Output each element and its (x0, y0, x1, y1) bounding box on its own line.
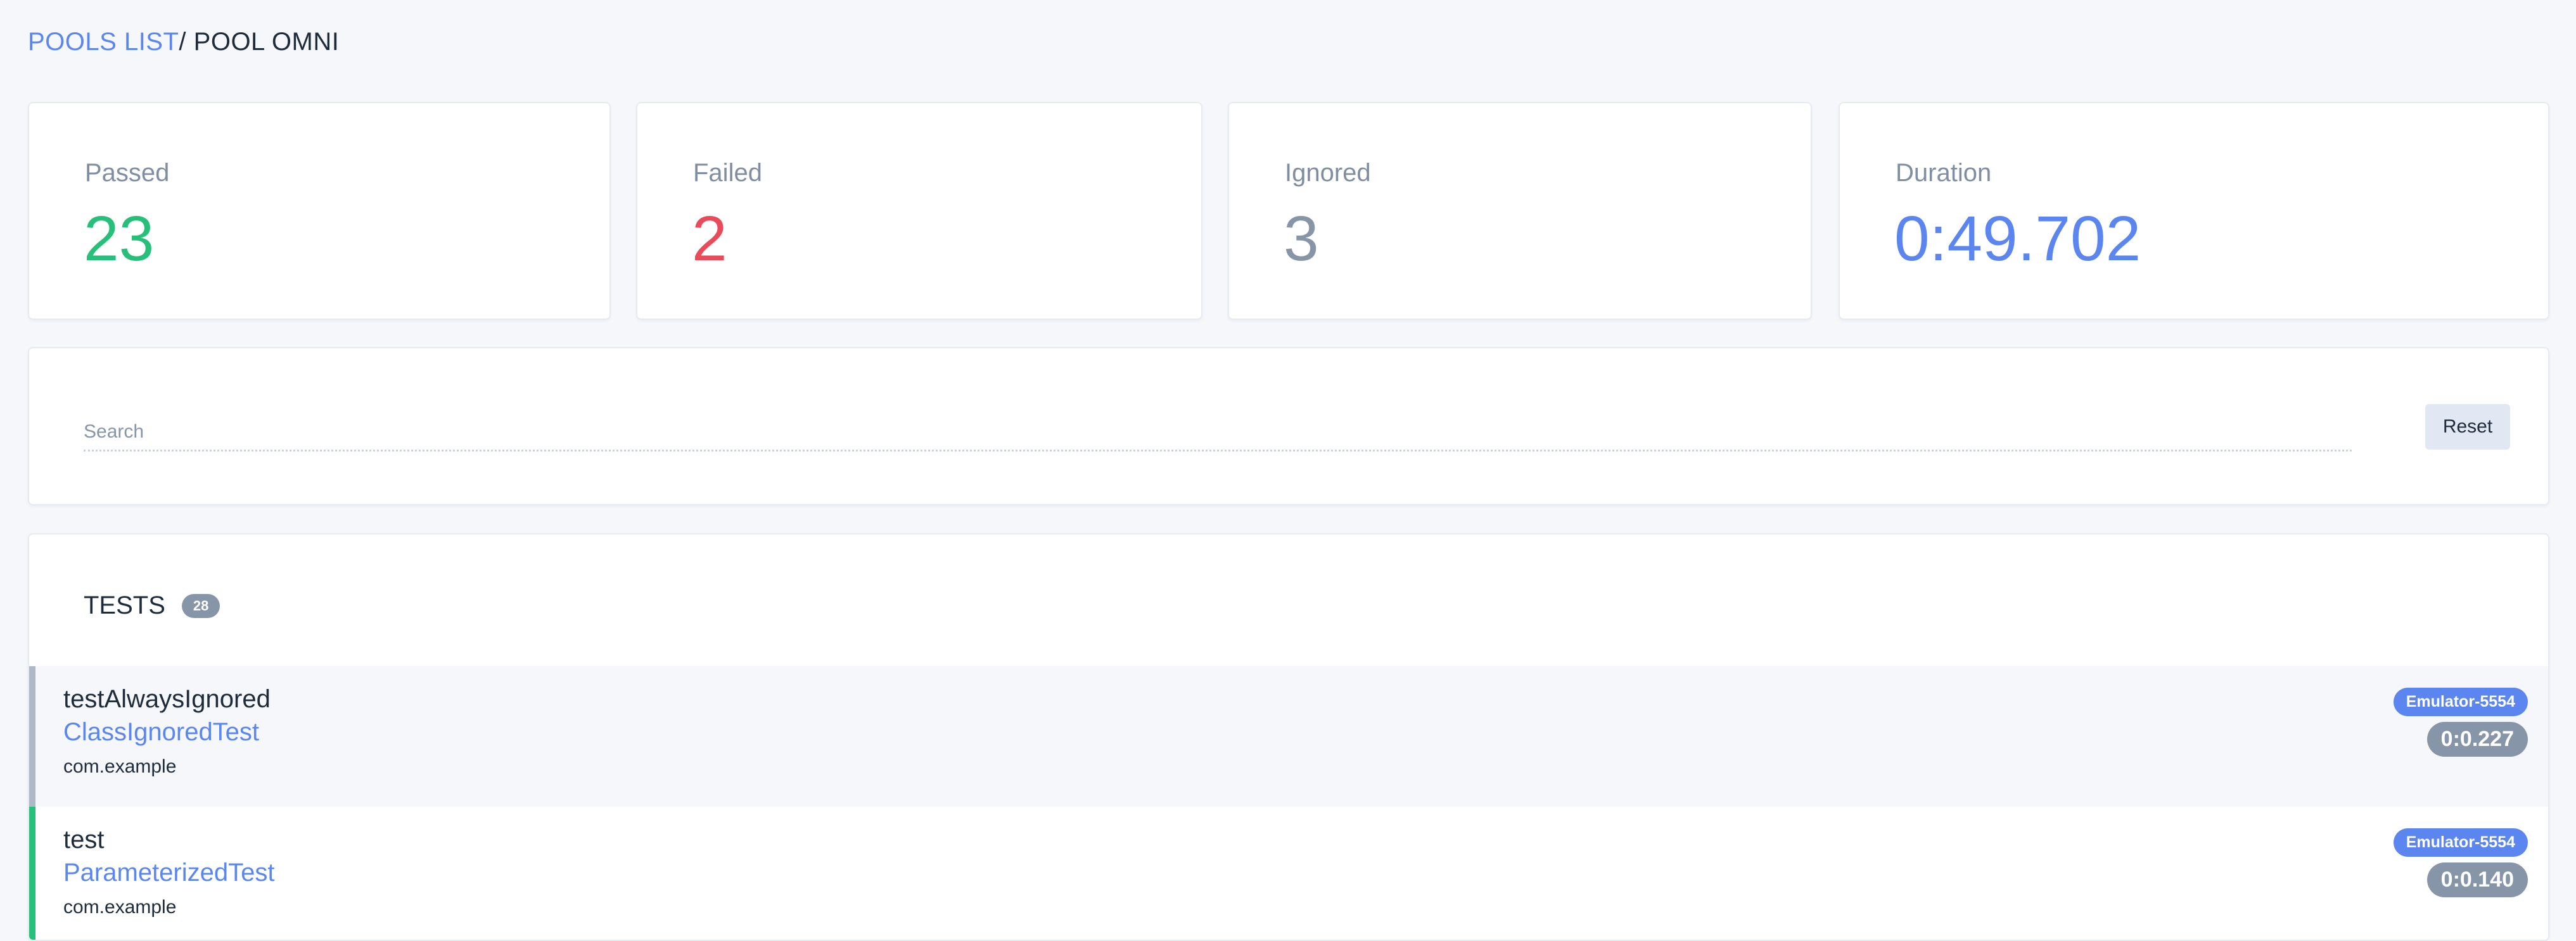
passed-label: Passed (85, 159, 170, 187)
test-row[interactable]: testAlwaysIgnored ClassIgnoredTest com.e… (29, 666, 2548, 807)
tests-panel: TESTS 28 testAlwaysIgnored ClassIgnoredT… (28, 533, 2549, 941)
reset-button[interactable]: Reset (2425, 404, 2510, 450)
pool-page: POOLS LIST/ POOL OMNI Passed 23 Failed 2… (0, 0, 2576, 941)
failed-value: 2 (692, 203, 727, 274)
duration-badge: 0:0.140 (2426, 862, 2528, 897)
duration-badge: 0:0.227 (2426, 722, 2528, 757)
duration-value: 0:49.702 (1894, 203, 2141, 274)
failed-label: Failed (693, 159, 762, 187)
passed-card: Passed 23 (28, 102, 611, 320)
test-package: com.example (63, 756, 177, 777)
tests-count-badge: 28 (181, 593, 220, 618)
tests-header: TESTS 28 (84, 591, 220, 620)
device-badge: Emulator-5554 (2393, 828, 2528, 857)
ignored-value: 3 (1284, 203, 1319, 274)
search-panel: Reset (28, 347, 2549, 505)
breadcrumb-current: / POOL OMNI (179, 28, 340, 56)
passed-value: 23 (84, 203, 155, 274)
breadcrumb: POOLS LIST/ POOL OMNI (28, 28, 339, 56)
test-name: test (63, 826, 105, 854)
test-class: ParameterizedTest (63, 859, 275, 887)
search-input[interactable] (84, 414, 2352, 452)
pools-list-link[interactable]: POOLS LIST (28, 28, 179, 56)
test-row[interactable]: test ParameterizedTest com.example Emula… (29, 807, 2548, 940)
ignored-label: Ignored (1285, 159, 1371, 187)
duration-label: Duration (1896, 159, 1992, 187)
test-package: com.example (63, 897, 177, 918)
failed-card: Failed 2 (636, 102, 1202, 320)
ignored-card: Ignored 3 (1228, 102, 1812, 320)
duration-card: Duration 0:49.702 (1839, 102, 2549, 320)
test-name: testAlwaysIgnored (63, 685, 271, 713)
device-badge: Emulator-5554 (2393, 688, 2528, 716)
tests-title: TESTS (84, 591, 165, 619)
test-class: ClassIgnoredTest (63, 718, 260, 746)
